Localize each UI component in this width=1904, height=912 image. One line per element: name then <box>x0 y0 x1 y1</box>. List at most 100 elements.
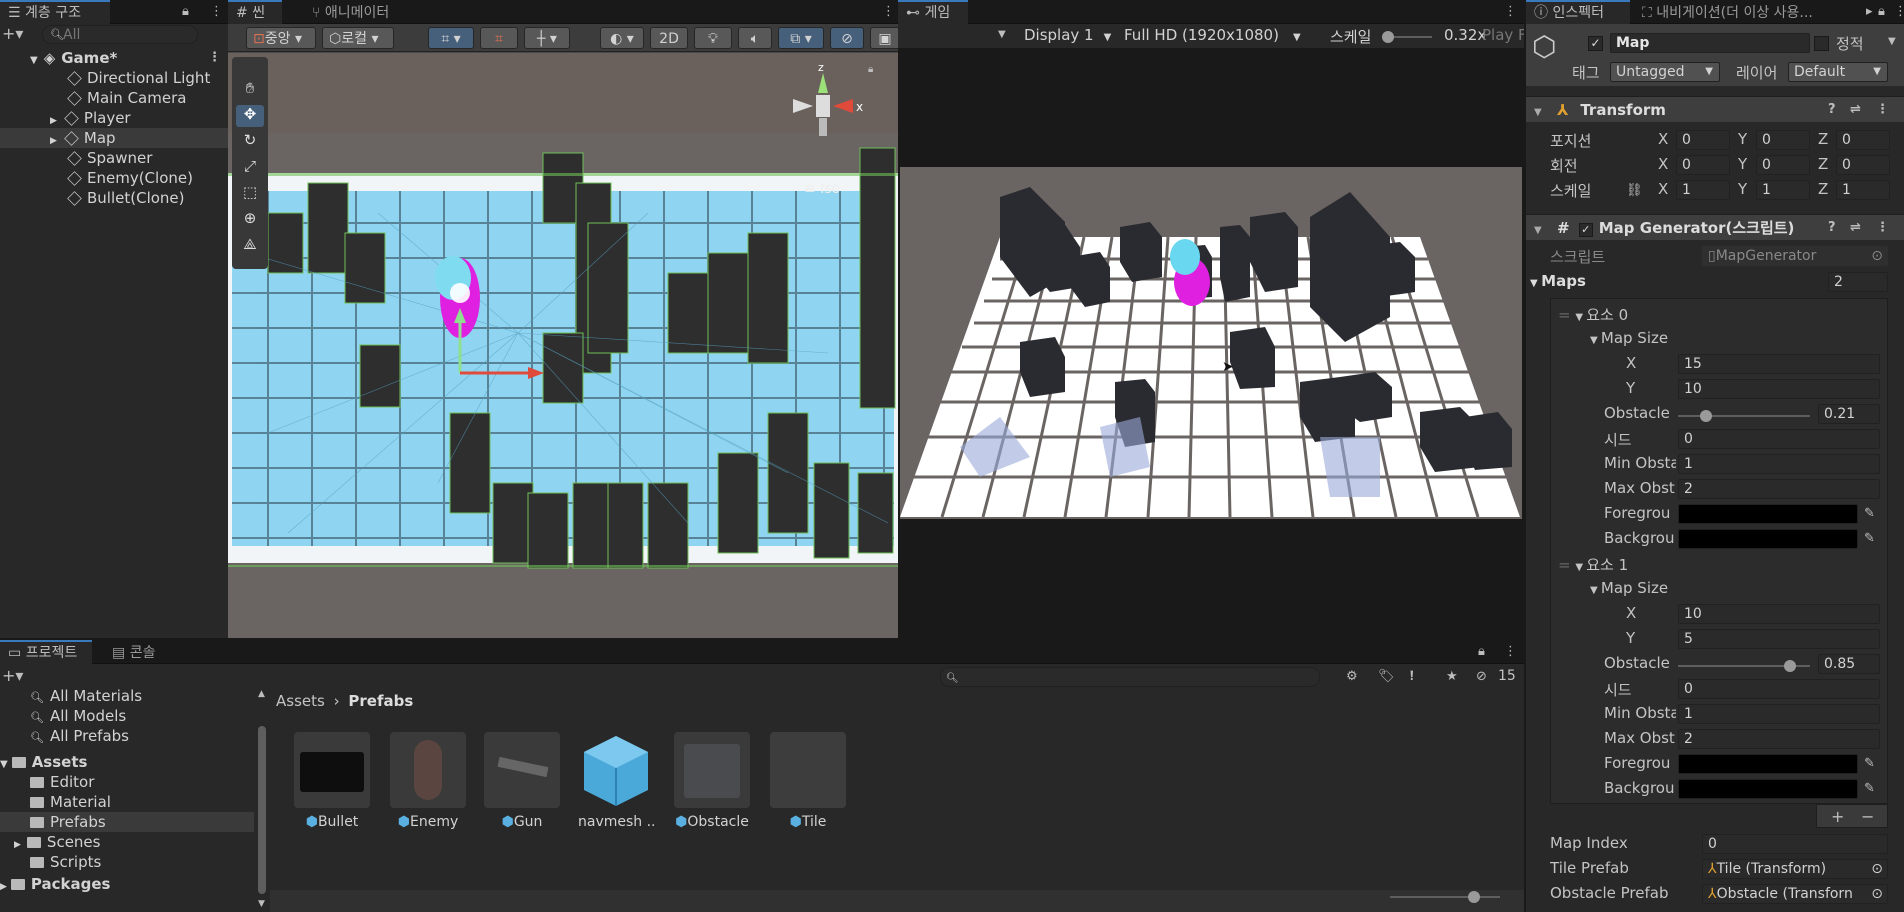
lighting-toggle-button[interactable]: 💡︎ <box>694 27 732 49</box>
folder-scenes[interactable]: ▶ Scenes <box>0 832 262 852</box>
breadcrumb-assets[interactable]: Assets <box>276 692 325 710</box>
rotate-tool-icon[interactable]: ↻ <box>236 131 264 153</box>
layer-dropdown[interactable]: Default ▼ <box>1788 62 1888 82</box>
map-size-x-field[interactable]: 10 <box>1678 604 1880 624</box>
help-icon[interactable]: ? <box>1828 103 1836 116</box>
asset-enemy[interactable]: ⬢Enemy <box>390 732 466 830</box>
play-focused-dropdown[interactable]: Play F <box>1482 26 1524 44</box>
min-obstacle-field[interactable]: 1 <box>1678 704 1880 724</box>
pivot-dropdown[interactable]: ⊡중앙 ▾ <box>246 27 316 49</box>
scale-tool-icon[interactable]: ⤢ <box>236 157 264 179</box>
help-icon[interactable]: ? <box>1828 221 1836 234</box>
favorite-all-models[interactable]: 🔍︎ All Models <box>0 706 262 726</box>
tag-dropdown[interactable]: Untagged ▼ <box>1610 62 1720 82</box>
visibility-button[interactable]: ⊘ <box>830 27 864 49</box>
search-by-label-icon[interactable]: 🏷︎ <box>1378 670 1395 683</box>
preset-icon[interactable]: ⇌ <box>1850 221 1861 234</box>
map-size-x-field[interactable]: 15 <box>1678 354 1880 374</box>
seed-field[interactable]: 0 <box>1678 679 1880 699</box>
min-obstacle-field[interactable]: 1 <box>1678 454 1880 474</box>
thumbnail-size-knob[interactable] <box>1468 891 1480 903</box>
effects-button[interactable]: ⧉ ▾ <box>778 27 824 49</box>
rect-tool-icon[interactable]: ⬚ <box>236 183 264 205</box>
favorite-all-prefabs[interactable]: 🔍︎ All Prefabs <box>0 726 262 746</box>
transform-header[interactable]: ▼ ⅄ Transform ? ⇌ ⋮ <box>1526 96 1904 122</box>
kebab-menu-icon[interactable]: ⋮ <box>208 51 221 64</box>
tab-inspector[interactable]: ⓘ 인스펙터 <box>1526 0 1630 24</box>
target-icon[interactable]: ⊙ <box>1871 247 1883 265</box>
tab-game[interactable]: ⊷ 게임 <box>898 0 968 24</box>
favorite-star-icon[interactable]: ★ <box>1446 670 1458 683</box>
scale-y-field[interactable]: 1 <box>1756 180 1810 200</box>
rotation-x-field[interactable]: 0 <box>1676 155 1730 175</box>
hierarchy-item-map[interactable]: ▶ Map <box>0 128 228 148</box>
shading-mode-button[interactable]: ◐ ▾ <box>600 27 644 49</box>
chevron-right-icon[interactable]: ▶ <box>0 882 7 892</box>
kebab-menu-icon[interactable]: ⋮ <box>1876 221 1889 234</box>
resolution-dropdown[interactable]: Full HD (1920x1080) ▼ <box>1124 26 1301 44</box>
scale-slider-knob[interactable] <box>1382 31 1394 43</box>
scale-slider[interactable] <box>1382 31 1432 43</box>
static-checkbox[interactable] <box>1814 36 1829 51</box>
add-icon[interactable]: +▾ <box>2 668 23 684</box>
kebab-menu-icon[interactable]: ⋮ <box>210 5 223 18</box>
eyedropper-icon[interactable]: ✎ <box>1864 532 1875 545</box>
asset-obstacle[interactable]: ⬢Obstacle <box>674 732 750 830</box>
max-obstacle-field[interactable]: 2 <box>1678 479 1880 499</box>
hierarchy-item-player[interactable]: ▶ Player <box>0 108 228 128</box>
position-x-field[interactable]: 0 <box>1676 130 1730 150</box>
hierarchy-item-directional-light[interactable]: Directional Light <box>0 68 228 88</box>
tab-project[interactable]: ▭ 프로젝트 <box>0 640 92 664</box>
rotation-z-field[interactable]: 0 <box>1836 155 1890 175</box>
position-y-field[interactable]: 0 <box>1756 130 1810 150</box>
grid-snap-button[interactable]: ⌗ ▾ <box>428 27 474 49</box>
kebab-menu-icon[interactable]: ⋮ <box>882 5 895 18</box>
preset-icon[interactable]: ⇌ <box>1850 103 1861 116</box>
lock-icon[interactable]: 🔒︎ <box>1478 645 1485 658</box>
obstacle-value-field[interactable]: 0.21 <box>1818 404 1880 424</box>
obstacle-value-field[interactable]: 0.85 <box>1818 654 1880 674</box>
eye-slash-icon[interactable]: ⊘ <box>1476 670 1487 683</box>
target-icon[interactable]: ⊙ <box>1871 885 1883 903</box>
hierarchy-search-input[interactable]: All <box>42 25 198 44</box>
folder-assets[interactable]: ▼ Assets <box>0 752 262 772</box>
folder-editor[interactable]: Editor <box>0 772 262 792</box>
tab-console[interactable]: ▤ 콘솔 <box>104 640 174 664</box>
hierarchy-item-main-camera[interactable]: Main Camera <box>0 88 228 108</box>
asset-navmesh[interactable]: navmesh ... <box>578 732 654 830</box>
tab-navigation[interactable]: ⛶ 내비게이션(더 이상 사용... <box>1634 0 1860 24</box>
component-enabled-checkbox[interactable]: ✓ <box>1578 223 1593 237</box>
scene-viewport[interactable]: ✋︎ ✥ ↻ ⤢ ⬚ ⊕ ⟁ z x 🔒︎ ≡ Iso <box>228 53 898 638</box>
target-icon[interactable]: ⊙ <box>1871 860 1883 878</box>
asset-tile[interactable]: ⬢Tile <box>770 732 846 830</box>
space-dropdown[interactable]: ⬡로컬 ▾ <box>322 27 394 49</box>
add-icon[interactable]: +▾ <box>2 26 23 42</box>
hierarchy-item-enemy-clone[interactable]: Enemy(Clone) <box>0 168 228 188</box>
2d-toggle-button[interactable]: 2D <box>650 27 688 49</box>
scale-x-field[interactable]: 1 <box>1676 180 1730 200</box>
element-foldout[interactable]: = ▼ 요소 0 <box>1558 304 1628 325</box>
foreground-color-field[interactable] <box>1678 754 1858 774</box>
orientation-gizmo[interactable]: z x 🔒︎ <box>788 61 878 143</box>
transform-tool-icon[interactable]: ⊕ <box>236 209 264 231</box>
obstacle-slider-knob[interactable] <box>1700 410 1712 422</box>
dropdown-arrow-icon[interactable]: ▼ <box>998 30 1006 40</box>
projection-label[interactable]: ≡ Iso <box>804 181 840 197</box>
obstacle-slider[interactable] <box>1678 410 1810 422</box>
rotation-y-field[interactable]: 0 <box>1756 155 1810 175</box>
tab-scene[interactable]: # 씬 <box>228 0 282 24</box>
ruler-button[interactable]: ┼ ▾ <box>524 27 570 49</box>
asset-gun[interactable]: ⬢Gun <box>484 732 560 830</box>
obstacle-slider-knob[interactable] <box>1784 660 1796 672</box>
chevron-right-icon[interactable]: ▶ <box>50 136 57 146</box>
active-checkbox[interactable]: ✓ <box>1588 36 1603 51</box>
hierarchy-item-spawner[interactable]: Spawner <box>0 148 228 168</box>
scene-row[interactable]: ▼ ◈ Game* ⋮ <box>0 48 228 68</box>
hierarchy-item-bullet-clone[interactable]: Bullet(Clone) <box>0 188 228 208</box>
folder-material[interactable]: Material <box>0 792 262 812</box>
remove-element-icon[interactable]: − <box>1861 809 1874 825</box>
folder-packages[interactable]: ▶ Packages <box>0 874 262 894</box>
seed-field[interactable]: 0 <box>1678 429 1880 449</box>
chevron-right-icon[interactable]: ▶ <box>50 116 57 126</box>
obstacle-prefab-field[interactable]: ⅄Obstacle (Transforn ⊙ <box>1702 884 1888 904</box>
